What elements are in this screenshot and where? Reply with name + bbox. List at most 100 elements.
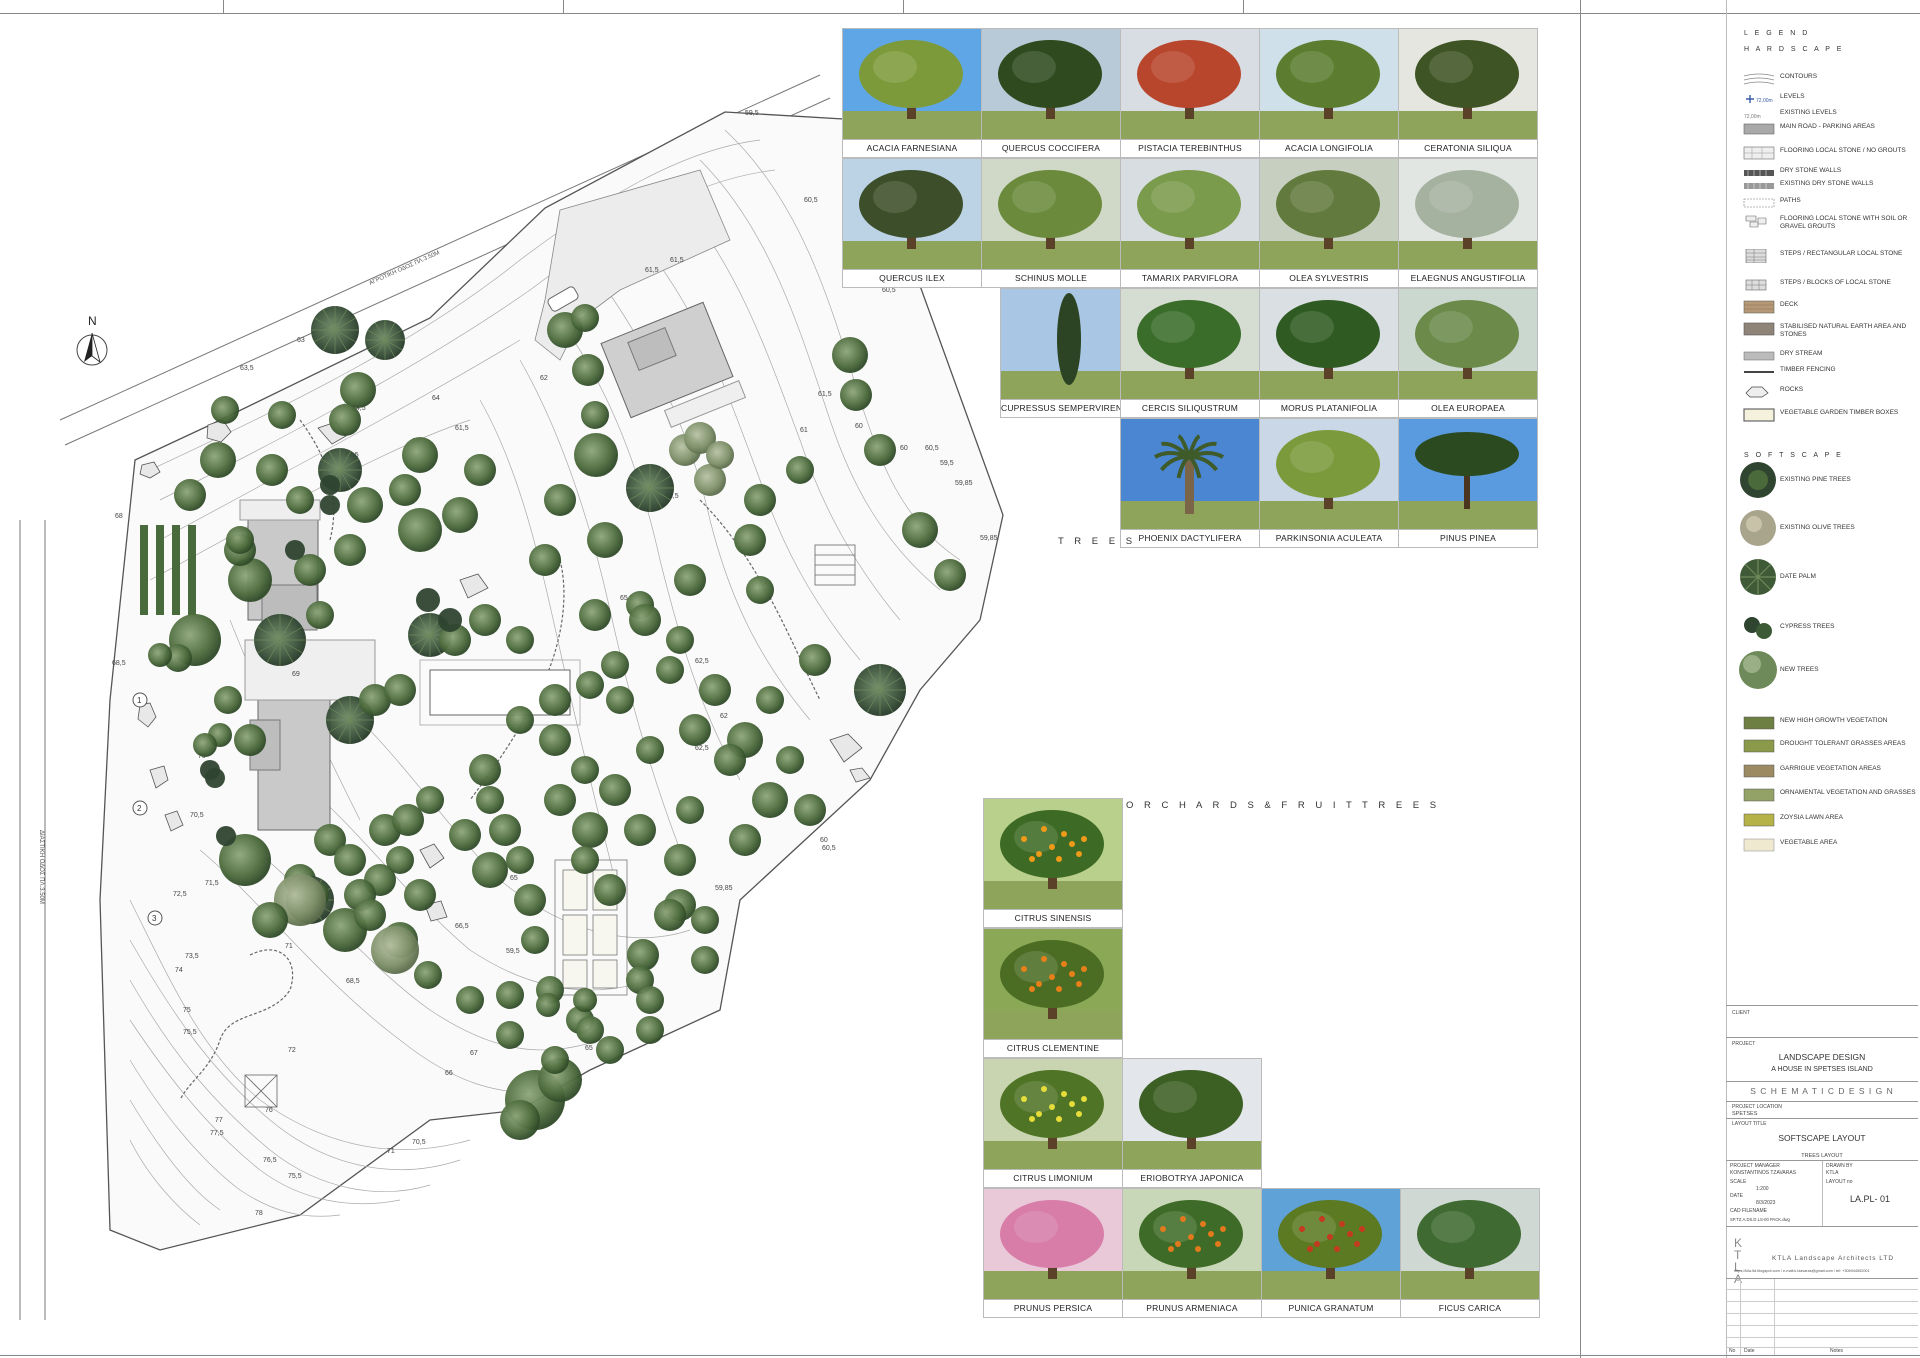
new-tree-icon	[286, 486, 314, 514]
legend-label: ORNAMENTAL VEGETATION AND GRASSES	[1780, 789, 1916, 796]
new-tree-icon	[472, 852, 508, 888]
tree-species-name: ACACIA FARNESIANA	[843, 139, 981, 157]
tree-species-card: QUERCUS ILEX	[842, 158, 982, 288]
svg-text:77: 77	[215, 1117, 223, 1124]
legend-symbol-icon	[1742, 322, 1776, 336]
svg-text:61: 61	[800, 427, 808, 434]
new-tree-icon	[539, 724, 571, 756]
tree-photo	[843, 29, 981, 139]
svg-text:71,5: 71,5	[205, 880, 219, 887]
legend-label: STEPS / BLOCKS OF LOCAL STONE	[1780, 279, 1891, 286]
legend-title: L E G E N D	[1744, 30, 1810, 37]
new-tree-icon	[389, 474, 421, 506]
legend-symbol-icon	[1742, 300, 1776, 314]
svg-text:78: 78	[255, 1210, 263, 1217]
tree-photo	[1260, 29, 1398, 139]
new-tree-icon	[666, 626, 694, 654]
legend-symbol-icon	[1742, 385, 1776, 399]
new-tree-icon	[334, 534, 366, 566]
tree-photo	[1001, 289, 1121, 399]
legend-label: EXISTING LEVELS	[1780, 109, 1837, 116]
legend-label: FLOORING LOCAL STONE / NO GROUTS	[1780, 147, 1906, 154]
orchards-section-title: O R C H A R D S & F R U I T T R E E S	[1126, 800, 1441, 811]
new-tree-icon	[734, 524, 766, 556]
svg-text:75: 75	[183, 1007, 191, 1014]
pine-tree-icon	[365, 320, 405, 360]
tree-species-card: QUERCUS COCCIFERA	[981, 28, 1121, 158]
new-tree-icon	[636, 736, 664, 764]
legend-hardscape-item: STEPS / BLOCKS OF LOCAL STONE	[1738, 276, 1918, 294]
legend-label: ROCKS	[1780, 386, 1804, 393]
legend-symbol-icon	[1742, 72, 1776, 86]
tree-species-card: ACACIA FARNESIANA	[842, 28, 982, 158]
tree-species-card: PINUS PINEA	[1398, 418, 1538, 548]
fruit-tree-name: PRUNUS ARMENIACA	[1123, 1299, 1261, 1317]
svg-text:59,85: 59,85	[715, 885, 733, 892]
legend-hardscape-item: MAIN ROAD - PARKING AREAS	[1738, 120, 1918, 138]
new-tree-icon	[596, 1036, 624, 1064]
tb-layout: LAYOUT TITLE SOFTSCAPE LAYOUT TREES LAYO…	[1726, 1118, 1918, 1161]
legend-symbol-icon	[1742, 838, 1776, 852]
svg-text:60: 60	[820, 837, 828, 844]
fruit-tree-card: PRUNUS PERSICA	[983, 1188, 1123, 1318]
legend-label: NEW HIGH GROWTH VEGETATION	[1780, 717, 1888, 724]
legend-label: TIMBER FENCING	[1780, 366, 1836, 373]
new-tree-icon	[347, 487, 383, 523]
project-title: LANDSCAPE DESIGN	[1778, 1052, 1866, 1062]
svg-text:62: 62	[720, 713, 728, 720]
legend-symbol-icon	[1742, 179, 1776, 193]
tree-photo	[1399, 29, 1537, 139]
svg-text:72: 72	[288, 1047, 296, 1054]
legend-hardscape-item: STABILISED NATURAL EARTH AREA AND STONES	[1738, 320, 1918, 338]
legend-symbol-icon	[1738, 460, 1782, 500]
legend-label: EXISTING DRY STONE WALLS	[1780, 180, 1874, 187]
new-tree-icon	[624, 814, 656, 846]
tree-species-name: PISTACIA TEREBINTHUS	[1121, 139, 1259, 157]
tree-species-name: QUERCUS COCCIFERA	[982, 139, 1120, 157]
new-tree-icon	[799, 644, 831, 676]
cypress-tree-icon	[216, 826, 236, 846]
tree-photo	[1121, 419, 1259, 529]
olive-tree-icon	[371, 926, 419, 974]
legend-symbol-icon	[1742, 408, 1776, 422]
new-tree-icon	[756, 686, 784, 714]
new-tree-icon	[629, 604, 661, 636]
new-tree-icon	[902, 512, 938, 548]
north-label: N	[88, 314, 97, 328]
fruit-tree-name: PRUNUS PERSICA	[984, 1299, 1122, 1317]
legend-symbol-icon	[1742, 146, 1776, 160]
fruit-tree-name: FICUS CARICA	[1401, 1299, 1539, 1317]
new-tree-icon	[544, 484, 576, 516]
new-tree-icon	[200, 442, 236, 478]
new-tree-icon	[574, 433, 618, 477]
svg-text:77,5: 77,5	[210, 1130, 224, 1137]
new-tree-icon	[536, 993, 560, 1017]
tree-species-name: PHOENIX DACTYLIFERA	[1121, 529, 1259, 547]
svg-text:63,5: 63,5	[240, 365, 254, 372]
tree-photo	[1260, 159, 1398, 269]
new-tree-icon	[676, 796, 704, 824]
new-tree-icon	[744, 484, 776, 516]
tree-photo	[1121, 29, 1259, 139]
new-tree-icon	[654, 899, 686, 931]
svg-text:63: 63	[297, 337, 305, 344]
new-tree-icon	[469, 754, 501, 786]
new-tree-icon	[544, 784, 576, 816]
svg-text:2: 2	[137, 804, 142, 813]
new-tree-icon	[234, 724, 266, 756]
tree-species-name: ELAEGNUS ANGUSTIFOLIA	[1399, 269, 1537, 287]
new-tree-icon	[573, 988, 597, 1012]
new-tree-icon	[539, 684, 571, 716]
legend-softscape-item: ORNAMENTAL VEGETATION AND GRASSES	[1738, 786, 1918, 804]
new-tree-icon	[402, 437, 438, 473]
new-tree-icon	[636, 986, 664, 1014]
new-tree-icon	[699, 674, 731, 706]
tree-species-card: MORUS PLATANIFOLIA	[1259, 288, 1399, 418]
new-tree-icon	[601, 651, 629, 679]
svg-text:3: 3	[152, 914, 157, 923]
new-tree-icon	[794, 794, 826, 826]
legend-symbol-icon	[1742, 214, 1776, 228]
legend-label: MAIN ROAD - PARKING AREAS	[1780, 123, 1875, 130]
legend-symbol-icon	[1742, 349, 1776, 363]
fruit-tree-photo	[1401, 1189, 1539, 1299]
